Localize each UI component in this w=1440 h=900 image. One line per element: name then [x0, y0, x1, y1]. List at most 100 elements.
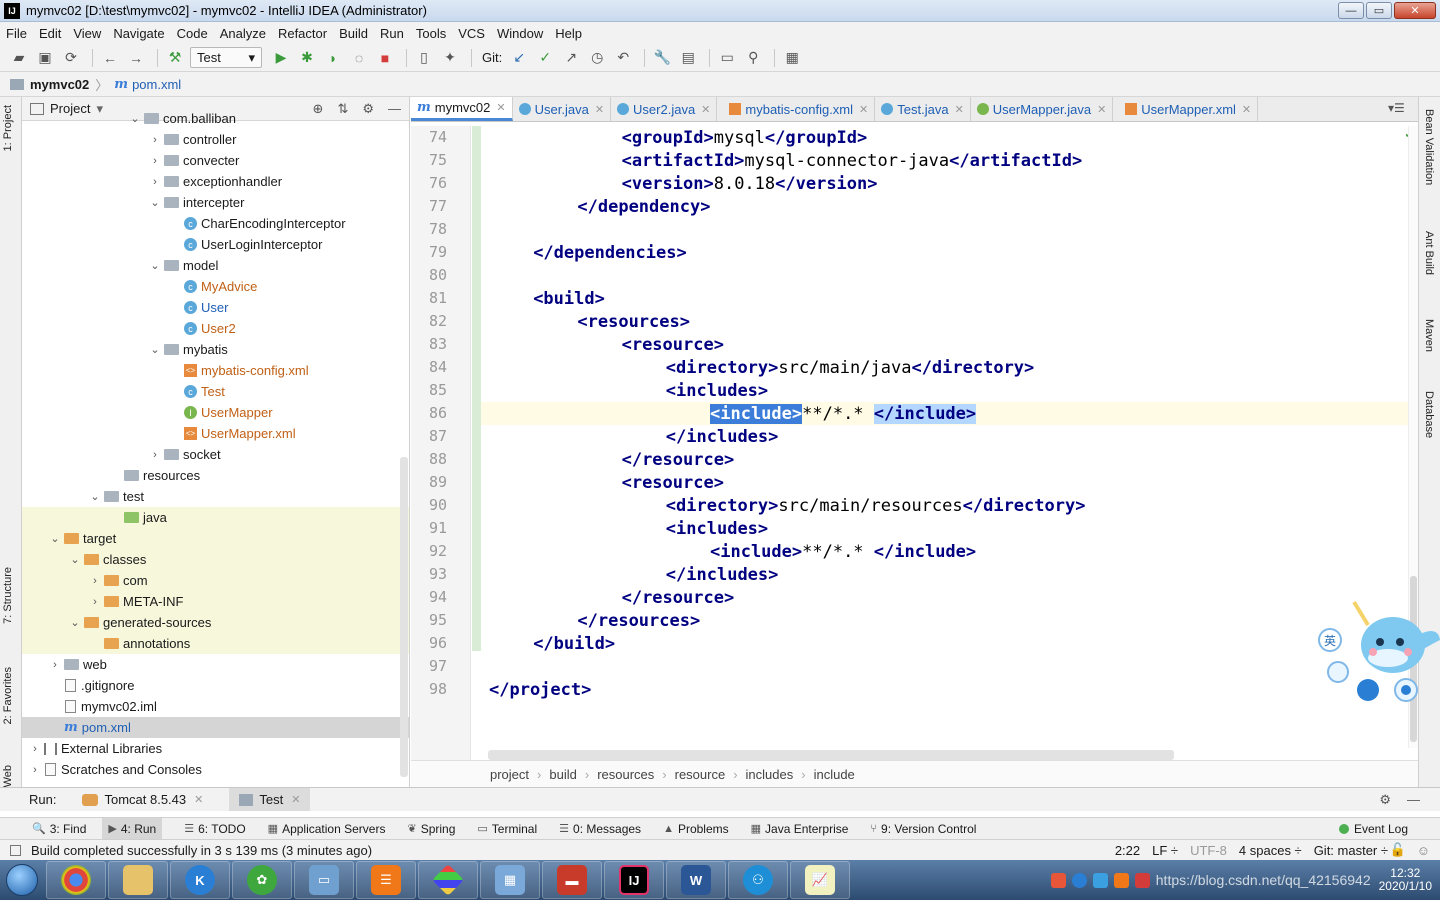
- taskbar-chrome[interactable]: [46, 861, 106, 899]
- build-hammer-icon[interactable]: ⚒: [164, 47, 186, 69]
- coverage-icon[interactable]: ◗: [322, 47, 344, 69]
- git-commit-icon[interactable]: ✓: [534, 47, 556, 69]
- breadcrumb-item[interactable]: include: [814, 767, 855, 782]
- run-tab-test[interactable]: Test ✕: [229, 788, 311, 811]
- git-history-icon[interactable]: ◷: [586, 47, 608, 69]
- chevron-down-icon[interactable]: ⌄: [148, 196, 162, 209]
- tree-item[interactable]: annotations: [22, 633, 409, 654]
- close-icon[interactable]: ✕: [701, 103, 710, 116]
- tray-icon[interactable]: [1113, 872, 1129, 888]
- chevron-right-icon[interactable]: ›: [48, 659, 62, 671]
- tree-item[interactable]: c User: [22, 297, 409, 318]
- tray-icon[interactable]: [1092, 872, 1108, 888]
- chevron-right-icon[interactable]: ›: [148, 155, 162, 167]
- breadcrumb-item[interactable]: resource: [675, 767, 726, 782]
- close-icon[interactable]: ✕: [955, 103, 964, 116]
- tree-item[interactable]: › controller: [22, 129, 409, 150]
- menu-view[interactable]: View: [73, 26, 101, 41]
- gear-icon[interactable]: ⚙: [1379, 792, 1391, 808]
- breadcrumb-item[interactable]: build: [549, 767, 576, 782]
- tool-window-button[interactable]: ▲ Problems: [663, 818, 729, 839]
- tray-icon[interactable]: [1050, 872, 1066, 888]
- editor-tab[interactable]: User2.java ✕: [611, 97, 718, 121]
- menu-edit[interactable]: Edit: [39, 26, 61, 41]
- back-icon[interactable]: ←: [99, 47, 121, 69]
- taskbar-app-user[interactable]: ⚇: [728, 861, 788, 899]
- minimize-button[interactable]: —: [1338, 2, 1364, 19]
- taskbar-explorer[interactable]: [108, 861, 168, 899]
- menu-code[interactable]: Code: [177, 26, 208, 41]
- chevron-down-icon[interactable]: ⌄: [148, 343, 162, 356]
- system-clock[interactable]: 12:32 2020/1/10: [1379, 867, 1432, 893]
- tree-item[interactable]: c User2: [22, 318, 409, 339]
- run-icon[interactable]: ▶: [270, 47, 292, 69]
- tree-item[interactable]: <> mybatis-config.xml: [22, 360, 409, 381]
- tree-item[interactable]: › convecter: [22, 150, 409, 171]
- tree-item[interactable]: ⌄ classes: [22, 549, 409, 570]
- close-icon[interactable]: ✕: [859, 103, 868, 116]
- start-button[interactable]: [0, 861, 44, 899]
- toggle-tool-windows-icon[interactable]: [10, 844, 21, 856]
- taskbar-intellij[interactable]: IJ: [604, 861, 664, 899]
- tree-item[interactable]: › com: [22, 570, 409, 591]
- hector-icon[interactable]: ☺: [1417, 843, 1430, 858]
- tab-ant-build[interactable]: Ant Build: [1423, 231, 1435, 275]
- menu-tools[interactable]: Tools: [416, 26, 446, 41]
- editor-tab[interactable]: mybatis-config.xml ✕: [717, 97, 876, 121]
- project-structure-icon[interactable]: ▤: [677, 47, 699, 69]
- git-update-icon[interactable]: ↙: [508, 47, 530, 69]
- ime-narwhal-mascot[interactable]: 英: [1318, 600, 1440, 710]
- tool-window-button[interactable]: ▦ Application Servers: [268, 818, 386, 839]
- breadcrumb-item[interactable]: includes: [746, 767, 794, 782]
- tree-item[interactable]: › META-INF: [22, 591, 409, 612]
- tray-icon[interactable]: [1134, 872, 1150, 888]
- chevron-down-icon[interactable]: ⌄: [68, 616, 82, 629]
- settings-wrench-icon[interactable]: 🔧: [651, 47, 673, 69]
- save-all-icon[interactable]: ▣: [34, 47, 56, 69]
- taskbar-app-window[interactable]: ▭: [294, 861, 354, 899]
- tool-window-button[interactable]: ❦ Spring: [407, 818, 455, 839]
- editor-tab[interactable]: UserMapper.java ✕: [971, 97, 1114, 121]
- chevron-down-icon[interactable]: ⌄: [68, 553, 82, 566]
- git-push-icon[interactable]: ↗: [560, 47, 582, 69]
- close-icon[interactable]: ✕: [1242, 103, 1251, 116]
- open-folder-icon[interactable]: ▰: [8, 47, 30, 69]
- close-icon[interactable]: ✕: [291, 793, 300, 806]
- forward-icon[interactable]: →: [125, 47, 147, 69]
- line-separator[interactable]: LF ÷: [1152, 843, 1178, 858]
- indent-setting[interactable]: 4 spaces ÷: [1239, 843, 1302, 858]
- breadcrumb-item[interactable]: project: [490, 767, 529, 782]
- tool-window-button[interactable]: 🔍 3: Find: [32, 818, 86, 839]
- breadcrumb-file[interactable]: pom.xml: [132, 77, 181, 92]
- debug-icon[interactable]: ✱: [296, 47, 318, 69]
- breadcrumb-project[interactable]: mymvc02: [30, 77, 89, 92]
- tree-item[interactable]: <> UserMapper.xml: [22, 423, 409, 444]
- profile-icon[interactable]: ◌: [348, 47, 370, 69]
- menu-refactor[interactable]: Refactor: [278, 26, 327, 41]
- tree-item[interactable]: › socket: [22, 444, 409, 465]
- editor-tab[interactable]: m mymvc02 ✕: [411, 97, 513, 121]
- tree-item[interactable]: ⌄ generated-sources: [22, 612, 409, 633]
- tree-item[interactable]: › web: [22, 654, 409, 675]
- menu-vcs[interactable]: VCS: [458, 26, 485, 41]
- chevron-down-icon[interactable]: ⌄: [128, 112, 142, 125]
- presentation-icon[interactable]: ▭: [716, 47, 738, 69]
- taskbar-app-leaf[interactable]: ✿: [232, 861, 292, 899]
- chevron-down-icon[interactable]: ⌄: [88, 490, 102, 503]
- chevron-down-icon[interactable]: ⌄: [48, 532, 62, 545]
- tool-window-button[interactable]: ▶ 4: Run: [102, 818, 163, 839]
- close-icon[interactable]: ✕: [595, 103, 604, 116]
- tray-icon[interactable]: [1071, 872, 1087, 888]
- editor-tab[interactable]: Test.java ✕: [875, 97, 971, 121]
- tree-item[interactable]: .gitignore: [22, 675, 409, 696]
- file-encoding[interactable]: UTF-8: [1190, 843, 1227, 858]
- close-icon[interactable]: ✕: [194, 793, 203, 806]
- tree-item[interactable]: › External Libraries: [22, 738, 409, 759]
- menu-window[interactable]: Window: [497, 26, 543, 41]
- tab-list-icon[interactable]: ▾☰: [1388, 101, 1405, 115]
- event-log-button[interactable]: Event Log: [1338, 822, 1408, 836]
- stop-icon[interactable]: ■: [374, 47, 396, 69]
- taskbar-app-network[interactable]: ▦: [480, 861, 540, 899]
- tool-window-button[interactable]: ⑂ 9: Version Control: [870, 818, 976, 839]
- taskbar-app-chart[interactable]: 📈: [790, 861, 850, 899]
